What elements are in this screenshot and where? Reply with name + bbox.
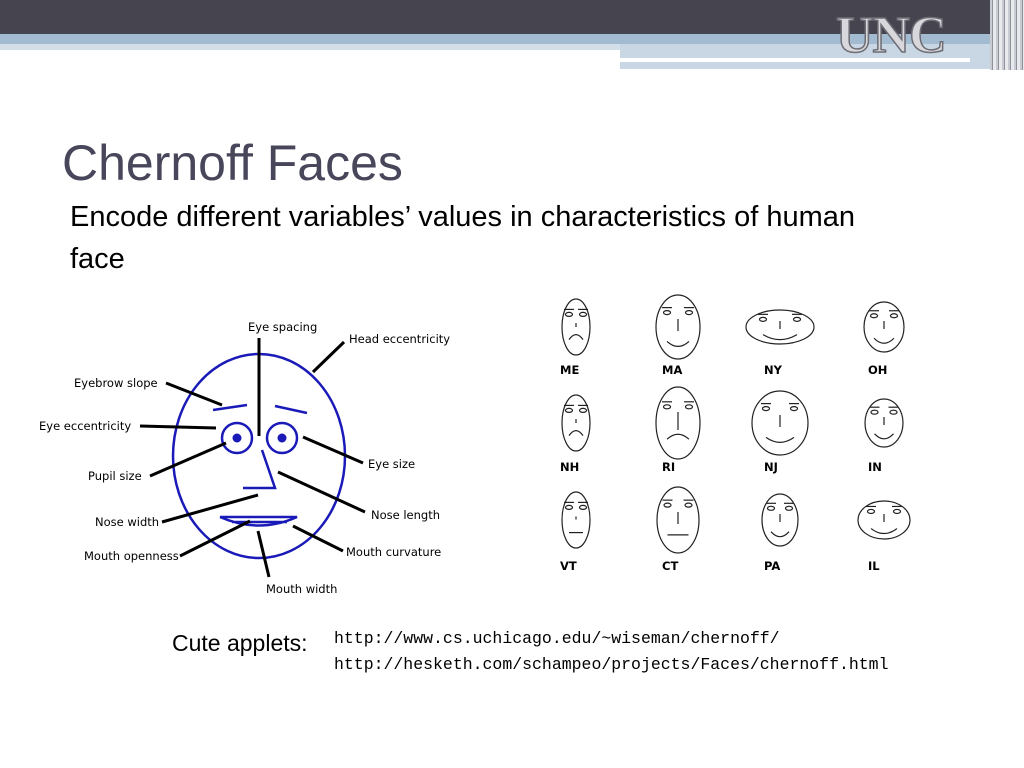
pointer-line <box>256 530 271 578</box>
face-eye <box>564 311 574 317</box>
mouth <box>219 515 298 527</box>
state-face-label: MA <box>662 363 682 377</box>
face-eye <box>564 407 574 414</box>
chernoff-face-diagram: Eye spacing Head eccentricity Eyebrow sl… <box>39 320 450 596</box>
face-eye <box>564 504 574 510</box>
state-face <box>761 493 799 547</box>
state-face <box>561 298 591 356</box>
label-nose-width: Nose width <box>95 515 159 529</box>
state-face <box>656 486 700 554</box>
face-eye <box>889 313 899 319</box>
face-mouth <box>762 334 798 341</box>
label-eye-size: Eye size <box>368 457 415 471</box>
state-faces-grid: ME MA NY OH NH RI NJ IN VT CT PA IL <box>560 294 911 573</box>
label-pupil-size: Pupil size <box>88 469 142 483</box>
face-eye <box>684 404 694 410</box>
face-outline <box>561 491 591 549</box>
applets-label: Cute applets: <box>172 630 308 656</box>
state-face <box>655 386 701 460</box>
state-face-label: ME <box>560 363 579 377</box>
pointer-line <box>139 424 217 430</box>
state-face-label: NY <box>764 363 783 377</box>
pointer-line <box>277 470 366 514</box>
label-nose-length: Nose length <box>371 508 440 522</box>
face-eye <box>889 409 898 415</box>
state-face-label: NJ <box>764 460 778 474</box>
nose <box>243 449 277 490</box>
state-face <box>751 390 809 456</box>
pointer-line <box>149 441 227 478</box>
pointer-line <box>165 381 223 407</box>
header-vertical-lines <box>990 0 1024 70</box>
face-mouth <box>874 433 894 440</box>
right-pupil <box>277 433 287 443</box>
face-mouth <box>873 337 895 344</box>
face-eye <box>663 502 672 508</box>
state-face-label: VT <box>560 559 577 573</box>
pointer-line <box>311 340 346 374</box>
state-face <box>745 309 815 345</box>
face-mouth <box>765 436 795 443</box>
face-eye <box>866 508 876 515</box>
face-eye <box>892 508 902 515</box>
face-eye <box>766 505 776 511</box>
state-face-label: IN <box>868 460 882 474</box>
pointer-line <box>179 519 251 558</box>
header-light-band-right <box>620 44 1024 69</box>
pointer-line <box>302 435 364 465</box>
right-eyebrow <box>274 404 308 415</box>
left-pupil <box>232 433 242 443</box>
label-mouth-openness: Mouth openness <box>84 549 179 563</box>
face-eye <box>662 404 672 410</box>
left-eyebrow <box>212 403 248 412</box>
applet-link-uchicago[interactable]: http://www.cs.uchicago.edu/~wiseman/cher… <box>334 629 780 648</box>
state-face-label: NH <box>560 460 579 474</box>
label-head-eccentricity: Head eccentricity <box>349 332 450 346</box>
face-eye <box>578 407 588 414</box>
state-face-label: OH <box>868 363 887 377</box>
slide: UNC Chernoff Faces Encode different vari… <box>0 0 1024 768</box>
face-eye <box>792 316 802 322</box>
state-face <box>561 394 591 452</box>
state-face <box>864 398 904 448</box>
unc-logo: UNC <box>835 7 947 64</box>
face-eye <box>684 310 694 316</box>
label-mouth-curvature: Mouth curvature <box>346 545 441 559</box>
label-eye-eccentricity: Eye eccentricity <box>39 419 131 433</box>
face-eye <box>870 409 879 415</box>
face-eye <box>662 310 672 316</box>
face-mouth <box>568 430 584 436</box>
state-face-label: CT <box>662 559 678 573</box>
applet-link-hesketh[interactable]: http://hesketh.com/schampeo/projects/Fac… <box>334 655 889 674</box>
face-eye <box>578 311 588 317</box>
face-eye <box>789 405 799 412</box>
state-face <box>655 294 701 360</box>
face-eye <box>684 502 693 508</box>
face-eye <box>578 504 588 510</box>
face-mouth <box>568 334 584 340</box>
face-eye <box>784 505 794 511</box>
face-eye <box>758 316 768 322</box>
state-face <box>857 500 911 540</box>
face-mouth <box>770 531 790 538</box>
state-face-label: IL <box>868 559 880 573</box>
state-face-label: RI <box>662 460 675 474</box>
label-eyebrow-slope: Eyebrow slope <box>74 376 158 390</box>
face-eye <box>869 313 879 319</box>
state-face-label: PA <box>764 559 780 573</box>
label-eye-spacing: Eye spacing <box>248 320 317 334</box>
face-mouth <box>666 340 690 347</box>
face-mouth <box>666 433 690 440</box>
state-face <box>561 491 591 549</box>
face-eye <box>761 405 771 412</box>
state-face <box>863 301 905 353</box>
face-mouth <box>870 528 898 535</box>
label-mouth-width: Mouth width <box>266 582 337 596</box>
